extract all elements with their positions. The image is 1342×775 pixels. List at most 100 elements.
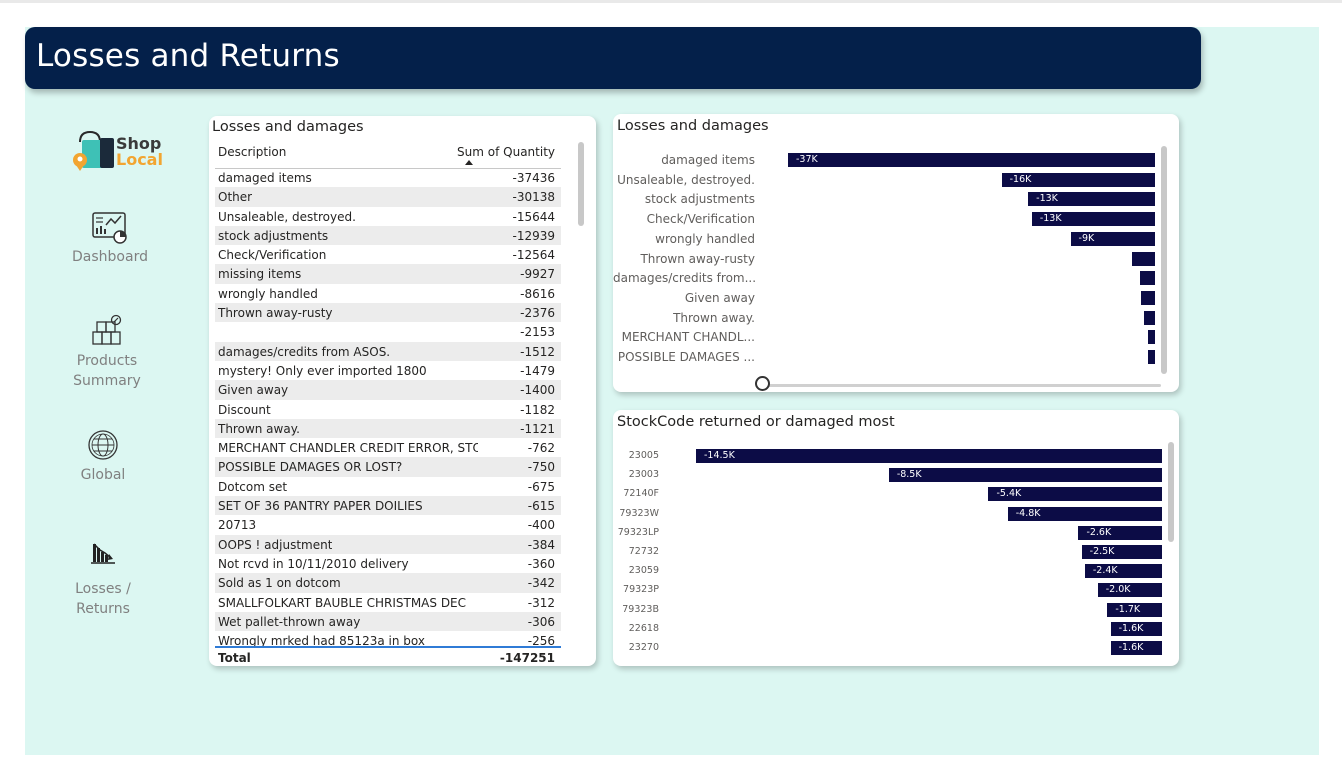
table-row[interactable]: Wet pallet-thrown away -306 — [215, 611, 561, 632]
cell-quantity: -12939 — [512, 228, 555, 243]
zoom-slider-handle[interactable] — [755, 376, 770, 391]
table-scrollbar[interactable] — [578, 142, 584, 226]
cell-quantity: -342 — [527, 576, 555, 591]
data-label: -16K — [1009, 173, 1032, 185]
table-row[interactable]: Other -30138 — [215, 187, 561, 207]
category-label: wrongly handled — [655, 231, 755, 246]
nav-products-summary[interactable]: Products Summary — [57, 314, 157, 391]
table-row[interactable]: Sold as 1 on dotcom -342 — [215, 573, 561, 593]
bar[interactable] — [1147, 350, 1155, 364]
nav-dashboard-label: Dashboard — [72, 249, 148, 265]
table-row[interactable]: Not rcvd in 10/11/2010 delivery -360 — [215, 554, 561, 573]
cell-quantity: -1512 — [520, 344, 555, 359]
bar[interactable] — [1141, 290, 1155, 305]
table-row[interactable]: 20713 -400 — [215, 515, 561, 534]
stockcode-chart-scrollbar[interactable] — [1168, 442, 1174, 542]
table-row[interactable]: POSSIBLE DAMAGES OR LOST? -750 — [215, 457, 561, 477]
table-row[interactable]: MERCHANT CHANDLER CREDIT ERROR, STO -762 — [215, 438, 561, 457]
table-row[interactable]: Unsaleable, destroyed. -15644 — [215, 207, 561, 226]
cell-quantity: -750 — [527, 460, 555, 475]
category-label: 72732 — [628, 546, 659, 557]
table-row[interactable]: Given away -1400 — [215, 380, 561, 400]
dashboard-icon — [92, 212, 127, 244]
cell-quantity: -384 — [527, 537, 555, 552]
table-row[interactable]: missing items -9927 — [215, 264, 561, 284]
cell-description: Wet pallet-thrown away — [218, 614, 361, 629]
table-row[interactable]: Discount -1182 — [215, 400, 561, 419]
table-header: Description Sum of Quantity — [215, 145, 561, 167]
category-label: Check/Verification — [646, 212, 755, 227]
cell-quantity: -675 — [527, 479, 555, 494]
data-label: -2.0K — [1105, 584, 1131, 596]
table-row[interactable]: Thrown away-rusty -2376 — [215, 303, 561, 323]
total-value: -147251 — [499, 651, 555, 665]
category-label: stock adjustments — [644, 192, 755, 207]
shop-local-logo: Shop Local — [70, 128, 165, 172]
cell-quantity: -762 — [527, 441, 555, 456]
cell-quantity: -30138 — [512, 190, 555, 205]
cell-quantity: -1400 — [520, 383, 555, 398]
cell-quantity: -8616 — [520, 286, 555, 301]
bar[interactable] — [1144, 310, 1155, 325]
nav-losses-returns-label: Losses / Returns — [75, 581, 131, 617]
cell-quantity: -12564 — [512, 248, 555, 263]
table-row[interactable]: -2153 — [215, 322, 561, 341]
bar[interactable] — [1140, 271, 1155, 286]
cell-quantity: -2376 — [520, 306, 555, 321]
nav-dashboard[interactable]: Dashboard — [60, 210, 160, 268]
data-label: -5.4K — [996, 488, 1022, 500]
cell-description: Wrongly mrked had 85123a in box — [218, 634, 425, 646]
cell-description: MERCHANT CHANDLER CREDIT ERROR, STO — [218, 441, 478, 456]
table-title: Losses and damages — [212, 119, 364, 135]
data-label: -2.6K — [1086, 526, 1112, 538]
table-row[interactable]: Thrown away. -1121 — [215, 418, 561, 439]
table-row[interactable]: SET OF 36 PANTRY PAPER DOILIES -615 — [215, 496, 561, 516]
cell-description: Check/Verification — [218, 248, 327, 263]
cell-quantity: -306 — [527, 614, 555, 629]
category-label: 23059 — [628, 565, 659, 577]
bar[interactable] — [788, 153, 1155, 167]
losses-chart-card: Losses and damages damaged items -37K Unsa… — [613, 114, 1179, 392]
table-row[interactable]: Dotcom set -675 — [215, 477, 561, 496]
bar[interactable] — [1147, 330, 1155, 345]
column-header-sum-quantity[interactable]: Sum of Quantity — [457, 145, 555, 159]
cell-quantity: -9927 — [520, 267, 555, 282]
zoom-slider-track[interactable] — [761, 384, 1161, 387]
nav-products-summary-label: Products Summary — [73, 353, 141, 389]
table-row[interactable]: Wrongly mrked had 85123a in box -256 — [215, 631, 561, 646]
table-row[interactable]: mystery! Only ever imported 1800 -1479 — [215, 361, 561, 380]
nav-losses-returns[interactable]: Losses / Returns — [53, 538, 153, 619]
category-label: 22618 — [628, 622, 659, 634]
data-label: -4.8K — [1015, 507, 1041, 519]
cell-description: Thrown away. — [218, 421, 300, 436]
table-row[interactable]: damaged items -37436 — [215, 168, 561, 187]
table-row[interactable]: damages/credits from ASOS. -1512 — [215, 341, 561, 361]
nav-global[interactable]: Global — [53, 428, 153, 486]
data-label: -1.6K — [1118, 642, 1144, 653]
table-row[interactable]: OOPS ! adjustment -384 — [215, 534, 561, 554]
sort-ascending-icon — [465, 160, 473, 165]
page-header: Losses and Returns — [25, 27, 1201, 89]
logo-text-local: Local — [116, 150, 163, 169]
bar[interactable] — [696, 449, 1162, 463]
bar[interactable] — [888, 468, 1162, 483]
category-label: 79323LP — [617, 526, 659, 538]
table-row[interactable]: wrongly handled -8616 — [215, 284, 561, 303]
losses-chart-scrollbar[interactable] — [1161, 146, 1167, 374]
cell-description: SMALLFOLKART BAUBLE CHRISTMAS DEC — [218, 595, 467, 610]
losses-table-card: Losses and damages Description Sum of Qu… — [209, 116, 596, 666]
column-header-description[interactable]: Description — [218, 145, 286, 159]
table-row[interactable]: SMALLFOLKART BAUBLE CHRISTMAS DEC -312 — [215, 593, 561, 612]
cell-quantity: -1479 — [520, 363, 555, 378]
category-label: damages/credits from... — [613, 271, 757, 286]
cell-quantity: -360 — [527, 556, 555, 571]
losses-chart-icon — [91, 543, 115, 564]
cell-description: stock adjustments — [218, 228, 329, 243]
table-total-row: Total -147251 — [215, 649, 561, 667]
table-row[interactable]: stock adjustments -12939 — [215, 225, 561, 246]
data-label: -2.4K — [1092, 565, 1118, 577]
bar[interactable] — [1131, 251, 1155, 266]
category-label: MERCHANT CHANDL... — [621, 330, 755, 345]
table-row[interactable]: Check/Verification -12564 — [215, 245, 561, 264]
category-label: Thrown away-rusty — [640, 251, 755, 266]
